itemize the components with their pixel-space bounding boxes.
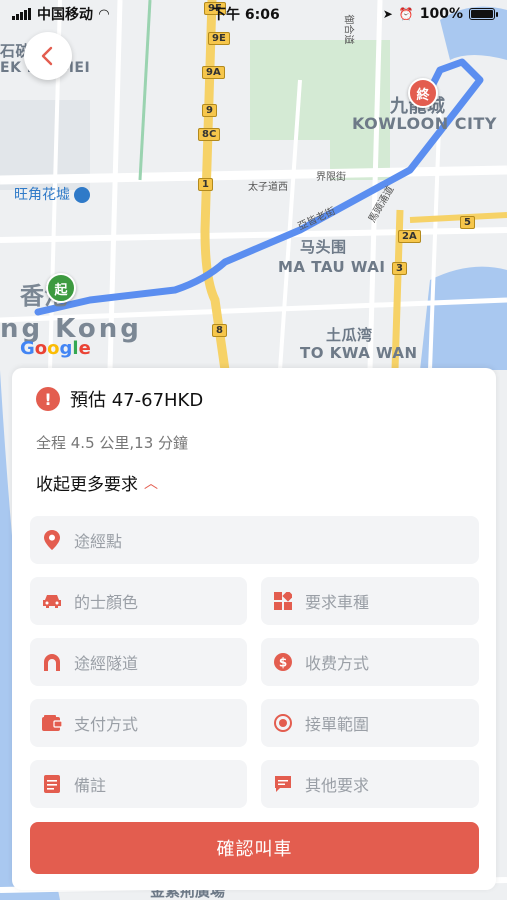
fare-estimate: ! 預估 47-67HKD — [36, 386, 203, 412]
waypoint-label: 途經點 — [74, 532, 123, 551]
chevron-up-icon: ︿ — [144, 475, 158, 492]
tunnel-field[interactable]: 途經隧道 — [30, 638, 247, 686]
road-tag-2a: 2A — [398, 230, 421, 243]
road-tag-9: 9 — [202, 104, 217, 117]
grid-icon — [273, 591, 293, 611]
street-boundary: 界限街 — [316, 172, 346, 183]
status-left: 中国移动 ◠ — [12, 4, 109, 24]
chevron-left-icon — [41, 46, 53, 66]
message-icon — [273, 774, 293, 794]
note-icon — [42, 774, 62, 794]
confirm-order-button[interactable]: 確認叫車 — [30, 822, 479, 874]
vehicle-type-field[interactable]: 要求車種 — [261, 577, 479, 625]
fee-method-field[interactable]: $ 收费方式 — [261, 638, 479, 686]
road-tag-8: 8 — [212, 324, 227, 337]
collapse-requirements-toggle[interactable]: 收起更多要求 ︿ — [36, 470, 158, 495]
fee-method-label: 收费方式 — [305, 654, 370, 673]
order-range-field[interactable]: 接單範圍 — [261, 699, 479, 747]
status-bar: 中国移动 ◠ 下午 6:06 ➤ ⏰ 100% — [0, 0, 507, 28]
target-icon — [273, 713, 293, 733]
payment-label: 支付方式 — [74, 715, 139, 734]
location-icon: ➤ — [382, 7, 393, 21]
road-tag-3: 3 — [392, 262, 407, 275]
dollar-icon: $ — [273, 652, 293, 672]
signal-icon — [12, 8, 31, 20]
remarks-label: 備註 — [74, 776, 107, 795]
battery-percent: 100% — [419, 6, 463, 22]
order-range-label: 接單範圍 — [305, 715, 370, 734]
payment-field[interactable]: 支付方式 — [30, 699, 247, 747]
remarks-field[interactable]: 備註 — [30, 760, 247, 808]
car-icon — [42, 591, 62, 611]
ride-request-panel: ! 預估 47-67HKD 全程 4.5 公里,13 分鐘 收起更多要求 ︿ 途… — [12, 368, 496, 890]
tunnel-icon — [42, 652, 62, 672]
poi-label: 旺角花墟 — [14, 187, 70, 203]
fare-estimate-text: 預估 47-67HKD — [70, 390, 204, 411]
waypoint-field[interactable]: 途經點 — [30, 516, 479, 564]
trip-info: 全程 4.5 公里,13 分鐘 — [36, 434, 189, 452]
street-tai-tsz-road: 太子道西 — [248, 182, 288, 193]
alarm-icon: ⏰ — [398, 7, 414, 21]
wifi-icon: ◠ — [99, 6, 109, 22]
map-label-to-kwa-wan: TO KWA WAN — [300, 344, 418, 362]
end-marker[interactable]: 終 — [408, 78, 438, 108]
carrier-label: 中国移动 — [37, 7, 93, 23]
wallet-icon — [42, 713, 62, 733]
collapse-label: 收起更多要求 — [36, 475, 138, 495]
other-requirements-label: 其他要求 — [305, 776, 370, 795]
map-label-kowloon-city: KOWLOON CITY — [352, 114, 497, 133]
svg-text:$: $ — [279, 656, 287, 670]
map-label-ma-tau-wai-cn: 马头围 — [300, 238, 347, 256]
map-label-to-kwa-wan-cn: 土瓜湾 — [326, 326, 373, 344]
location-pin-icon — [42, 530, 62, 550]
vehicle-type-label: 要求車種 — [305, 593, 370, 612]
start-marker[interactable]: 起 — [46, 273, 76, 303]
road-tag-9a: 9A — [202, 66, 225, 79]
map-label-ma-tau-wai: MA TAU WAI — [278, 258, 386, 276]
taxi-color-label: 的士顏色 — [74, 593, 139, 612]
status-time: 下午 6:06 — [212, 7, 280, 23]
battery-icon — [468, 8, 498, 20]
taxi-color-field[interactable]: 的士顏色 — [30, 577, 247, 625]
road-tag-8c: 8C — [198, 128, 221, 141]
road-tag-5: 5 — [460, 216, 475, 229]
other-requirements-field[interactable]: 其他要求 — [261, 760, 479, 808]
road-tag-1: 1 — [198, 178, 213, 191]
tunnel-label: 途經隧道 — [74, 654, 139, 673]
map-poi-flower-market[interactable]: 旺角花墟 — [14, 184, 91, 204]
google-logo: Google — [20, 338, 91, 359]
alert-icon: ! — [36, 387, 60, 411]
status-right: ➤ ⏰ 100% — [382, 6, 498, 22]
road-tag-9e: 9E — [208, 32, 230, 45]
shopping-bag-icon — [74, 187, 91, 203]
back-button[interactable] — [24, 32, 72, 80]
